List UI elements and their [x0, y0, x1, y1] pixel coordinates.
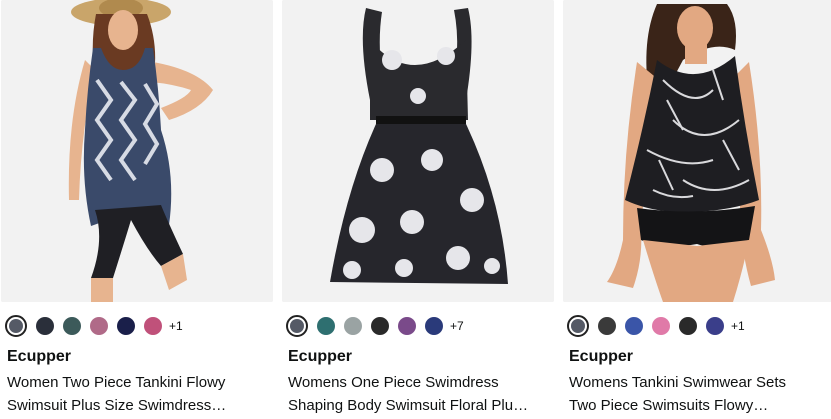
color-swatch[interactable]	[679, 317, 697, 335]
more-colors-count[interactable]: +7	[450, 319, 464, 333]
color-swatch[interactable]	[398, 317, 416, 335]
color-swatch[interactable]	[63, 317, 81, 335]
brand-name: Ecupper	[569, 348, 634, 365]
color-swatch-selected[interactable]	[5, 315, 27, 337]
more-colors-count[interactable]: +1	[169, 319, 183, 333]
product-image[interactable]	[282, 0, 554, 302]
product-image[interactable]	[1, 0, 273, 302]
color-swatch[interactable]	[90, 317, 108, 335]
more-colors-count[interactable]: +1	[731, 319, 745, 333]
color-swatch[interactable]	[652, 317, 670, 335]
brand-name: Ecupper	[7, 348, 72, 365]
product-title[interactable]: Womens Tankini Swimwear Sets Two Piece S…	[569, 371, 831, 417]
color-swatches: +7	[286, 314, 464, 338]
color-swatch[interactable]	[317, 317, 335, 335]
color-swatch[interactable]	[625, 317, 643, 335]
color-swatch[interactable]	[425, 317, 443, 335]
color-swatch[interactable]	[36, 317, 54, 335]
color-swatch[interactable]	[144, 317, 162, 335]
product-card[interactable]: +1 Ecupper Women Two Piece Tankini Flowy…	[1, 0, 273, 419]
product-title[interactable]: Womens One Piece Swimdress Shaping Body …	[288, 371, 550, 417]
product-card[interactable]: +1 Ecupper Womens Tankini Swimwear Sets …	[563, 0, 831, 419]
color-swatch[interactable]	[371, 317, 389, 335]
color-swatches: +1	[567, 314, 745, 338]
color-swatches: +1	[5, 314, 183, 338]
color-swatch[interactable]	[598, 317, 616, 335]
product-card[interactable]: +7 Ecupper Womens One Piece Swimdress Sh…	[282, 0, 554, 419]
color-swatch[interactable]	[117, 317, 135, 335]
product-image[interactable]	[563, 0, 831, 302]
color-swatch[interactable]	[706, 317, 724, 335]
brand-name: Ecupper	[288, 348, 353, 365]
color-swatch-selected[interactable]	[567, 315, 589, 337]
color-swatch[interactable]	[344, 317, 362, 335]
product-title[interactable]: Women Two Piece Tankini Flowy Swimsuit P…	[7, 371, 269, 417]
color-swatch-selected[interactable]	[286, 315, 308, 337]
